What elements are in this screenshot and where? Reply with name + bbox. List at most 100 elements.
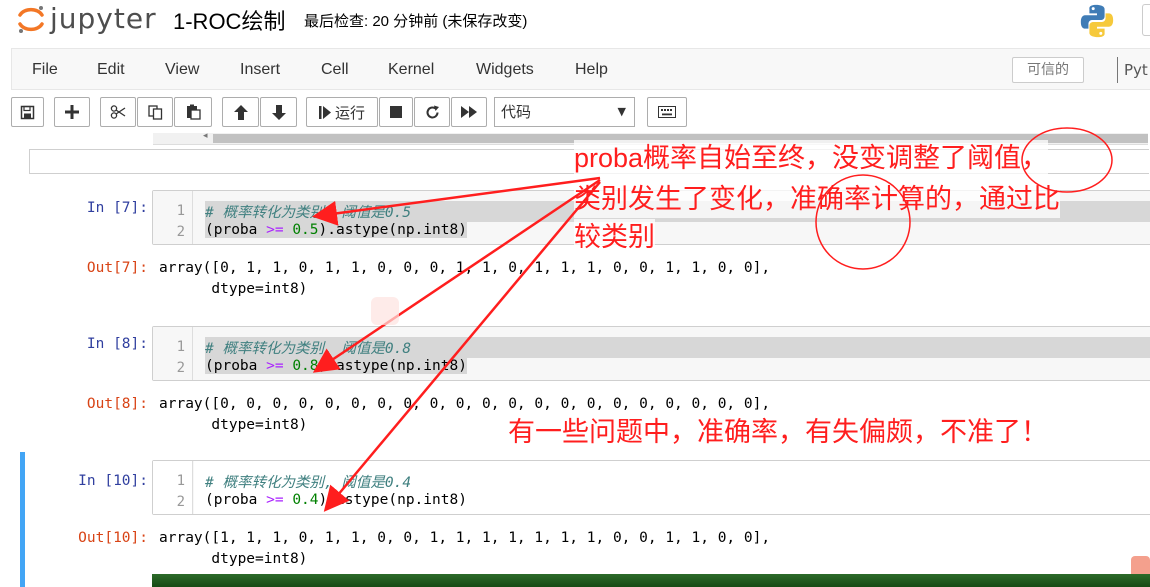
floating-extension-icon[interactable] [371, 297, 399, 325]
code-cell[interactable]: In [7]: 1 2 # 概率转化为类别, 阈值是0.5 (proba >= … [20, 188, 1150, 298]
scrollbar-thumb[interactable] [213, 134, 1148, 143]
code-operator: >= [266, 358, 284, 374]
code-input[interactable]: 1 2 # 概率转化为类别, 阈值是0.4 (proba >= 0.4).ast… [152, 460, 1150, 515]
arrow-down-icon [271, 104, 286, 120]
code-token: (proba [205, 222, 267, 238]
output-prompt: Out[10]: [78, 530, 148, 546]
python-logo-icon [1080, 4, 1114, 38]
output-line: dtype=int8) [159, 281, 308, 297]
trusted-badge[interactable]: 可信的 [1012, 57, 1084, 83]
menu-view[interactable]: View [165, 61, 199, 79]
line-number-gutter: 1 2 [153, 327, 193, 380]
paste-button[interactable] [174, 97, 212, 127]
menu-widgets[interactable]: Widgets [476, 61, 534, 79]
output-text: array([0, 0, 0, 0, 0, 0, 0, 0, 0, 0, 0, … [159, 394, 770, 436]
horizontal-scrollbar[interactable]: ◂ [153, 133, 1148, 145]
command-palette-button[interactable] [647, 97, 687, 127]
input-prompt: In [8]: [86, 336, 148, 352]
jupyter-wordmark: jupyter [50, 2, 157, 35]
line-number: 2 [176, 224, 185, 240]
line-number: 2 [176, 494, 185, 510]
menu-file[interactable]: File [32, 61, 58, 79]
notebook-container[interactable]: ◂ In [7]: 1 2 # 概率转化为类别, 阈值是0.5 (proba >… [0, 133, 1150, 587]
input-prompt: In [10]: [78, 473, 148, 489]
notebook-name[interactable]: 1-ROC绘制 [173, 4, 285, 36]
menu-kernel[interactable]: Kernel [388, 61, 434, 79]
code-line[interactable]: (proba >= 0.5).astype(np.int8) [205, 222, 467, 238]
run-label: 运行 [334, 103, 365, 122]
jupyter-logo-icon [18, 6, 44, 33]
menu-cell[interactable]: Cell [321, 61, 349, 79]
code-token: (proba [205, 492, 267, 508]
save-status: 最后检查: 20 分钟前 (未保存改变) [304, 13, 528, 30]
interrupt-button[interactable] [379, 97, 413, 127]
previous-cell-input[interactable] [29, 149, 1149, 174]
code-input[interactable]: 1 2 # 概率转化为类别, 阈值是0.8 (proba >= 0.8).ast… [152, 326, 1150, 381]
code-token: ).astype(np.int8) [318, 222, 467, 238]
code-line[interactable]: # 概率转化为类别, 阈值是0.5 [205, 201, 1150, 222]
output-line: dtype=int8) [159, 417, 308, 433]
scissors-icon [110, 105, 126, 119]
move-up-button[interactable] [222, 97, 259, 127]
code-operator: >= [266, 492, 284, 508]
line-number: 1 [176, 339, 185, 355]
menu-help[interactable]: Help [575, 61, 608, 79]
code-line[interactable]: (proba >= 0.8).astype(np.int8) [205, 358, 467, 374]
save-button[interactable] [11, 97, 44, 127]
scroll-left-icon[interactable]: ◂ [203, 133, 208, 141]
output-line: dtype=int8) [159, 551, 308, 567]
overlay-strip [152, 574, 1150, 587]
restart-run-all-button[interactable] [451, 97, 487, 127]
jupyter-logo[interactable]: jupyter [16, 2, 156, 38]
code-line[interactable]: # 概率转化为类别, 阈值是0.8 [205, 337, 1150, 358]
cell-type-value: 代码 [501, 103, 532, 121]
menu-insert[interactable]: Insert [240, 61, 280, 79]
fast-forward-icon [461, 106, 477, 118]
line-number-gutter: 1 2 [153, 461, 193, 514]
output-prompt: Out[7]: [86, 260, 148, 276]
line-number: 1 [176, 473, 185, 489]
output-text: array([0, 1, 1, 0, 1, 1, 0, 0, 0, 1, 1, … [159, 258, 770, 300]
cell-type-select[interactable]: 代码 ▼ [494, 97, 635, 127]
line-number: 2 [176, 360, 185, 376]
code-line[interactable]: # 概率转化为类别, 阈值是0.4 [205, 471, 411, 492]
output-prompt: Out[8]: [86, 396, 148, 412]
code-comment: # 概率转化为类别, 阈值是0.4 [205, 475, 412, 491]
code-comment: # 概率转化为类别, 阈值是0.8 [205, 341, 412, 357]
code-token: ).astype(np.int8) [318, 358, 467, 374]
paste-icon [186, 104, 201, 120]
menubar: File Edit View Insert Cell Kernel Widget… [11, 48, 1150, 90]
run-button[interactable]: 运行 [306, 97, 378, 127]
restart-button[interactable] [414, 97, 450, 127]
logout-button[interactable] [1142, 4, 1150, 36]
code-number: 0.5 [292, 222, 319, 238]
dropdown-arrow-icon: ▼ [617, 105, 626, 118]
kernel-indicator: Pyt [1117, 57, 1148, 83]
code-token: (proba [205, 358, 267, 374]
code-number: 0.8 [292, 358, 319, 374]
code-comment: # 概率转化为类别, 阈值是0.5 [205, 205, 412, 221]
menu-edit[interactable]: Edit [97, 61, 125, 79]
move-down-button[interactable] [260, 97, 297, 127]
code-input[interactable]: 1 2 # 概率转化为类别, 阈值是0.5 (proba >= 0.5).ast… [152, 190, 1150, 245]
stop-icon [390, 106, 402, 118]
refresh-icon [426, 105, 439, 118]
code-number: 0.4 [292, 492, 319, 508]
copy-icon [147, 104, 162, 120]
code-token: ).astype(np.int8) [318, 492, 467, 508]
copy-button[interactable] [137, 97, 173, 127]
code-cell-selected[interactable]: In [10]: 1 2 # 概率转化为类别, 阈值是0.4 (proba >=… [20, 452, 1150, 587]
code-line[interactable]: (proba >= 0.4).astype(np.int8) [205, 492, 467, 508]
code-cell[interactable]: In [8]: 1 2 # 概率转化为类别, 阈值是0.8 (proba >= … [20, 324, 1150, 434]
output-line: array([0, 1, 1, 0, 1, 1, 0, 0, 0, 1, 1, … [159, 260, 771, 276]
output-line: array([0, 0, 0, 0, 0, 0, 0, 0, 0, 0, 0, … [159, 396, 771, 412]
output-text: array([1, 1, 1, 0, 1, 1, 0, 0, 1, 1, 1, … [159, 528, 770, 570]
toolbar: 运行 代码 ▼ [0, 95, 1150, 131]
line-number: 1 [176, 203, 185, 219]
cut-button[interactable] [100, 97, 136, 127]
code-operator: >= [266, 222, 284, 238]
keyboard-icon [658, 106, 676, 118]
insert-cell-button[interactable] [54, 97, 90, 127]
